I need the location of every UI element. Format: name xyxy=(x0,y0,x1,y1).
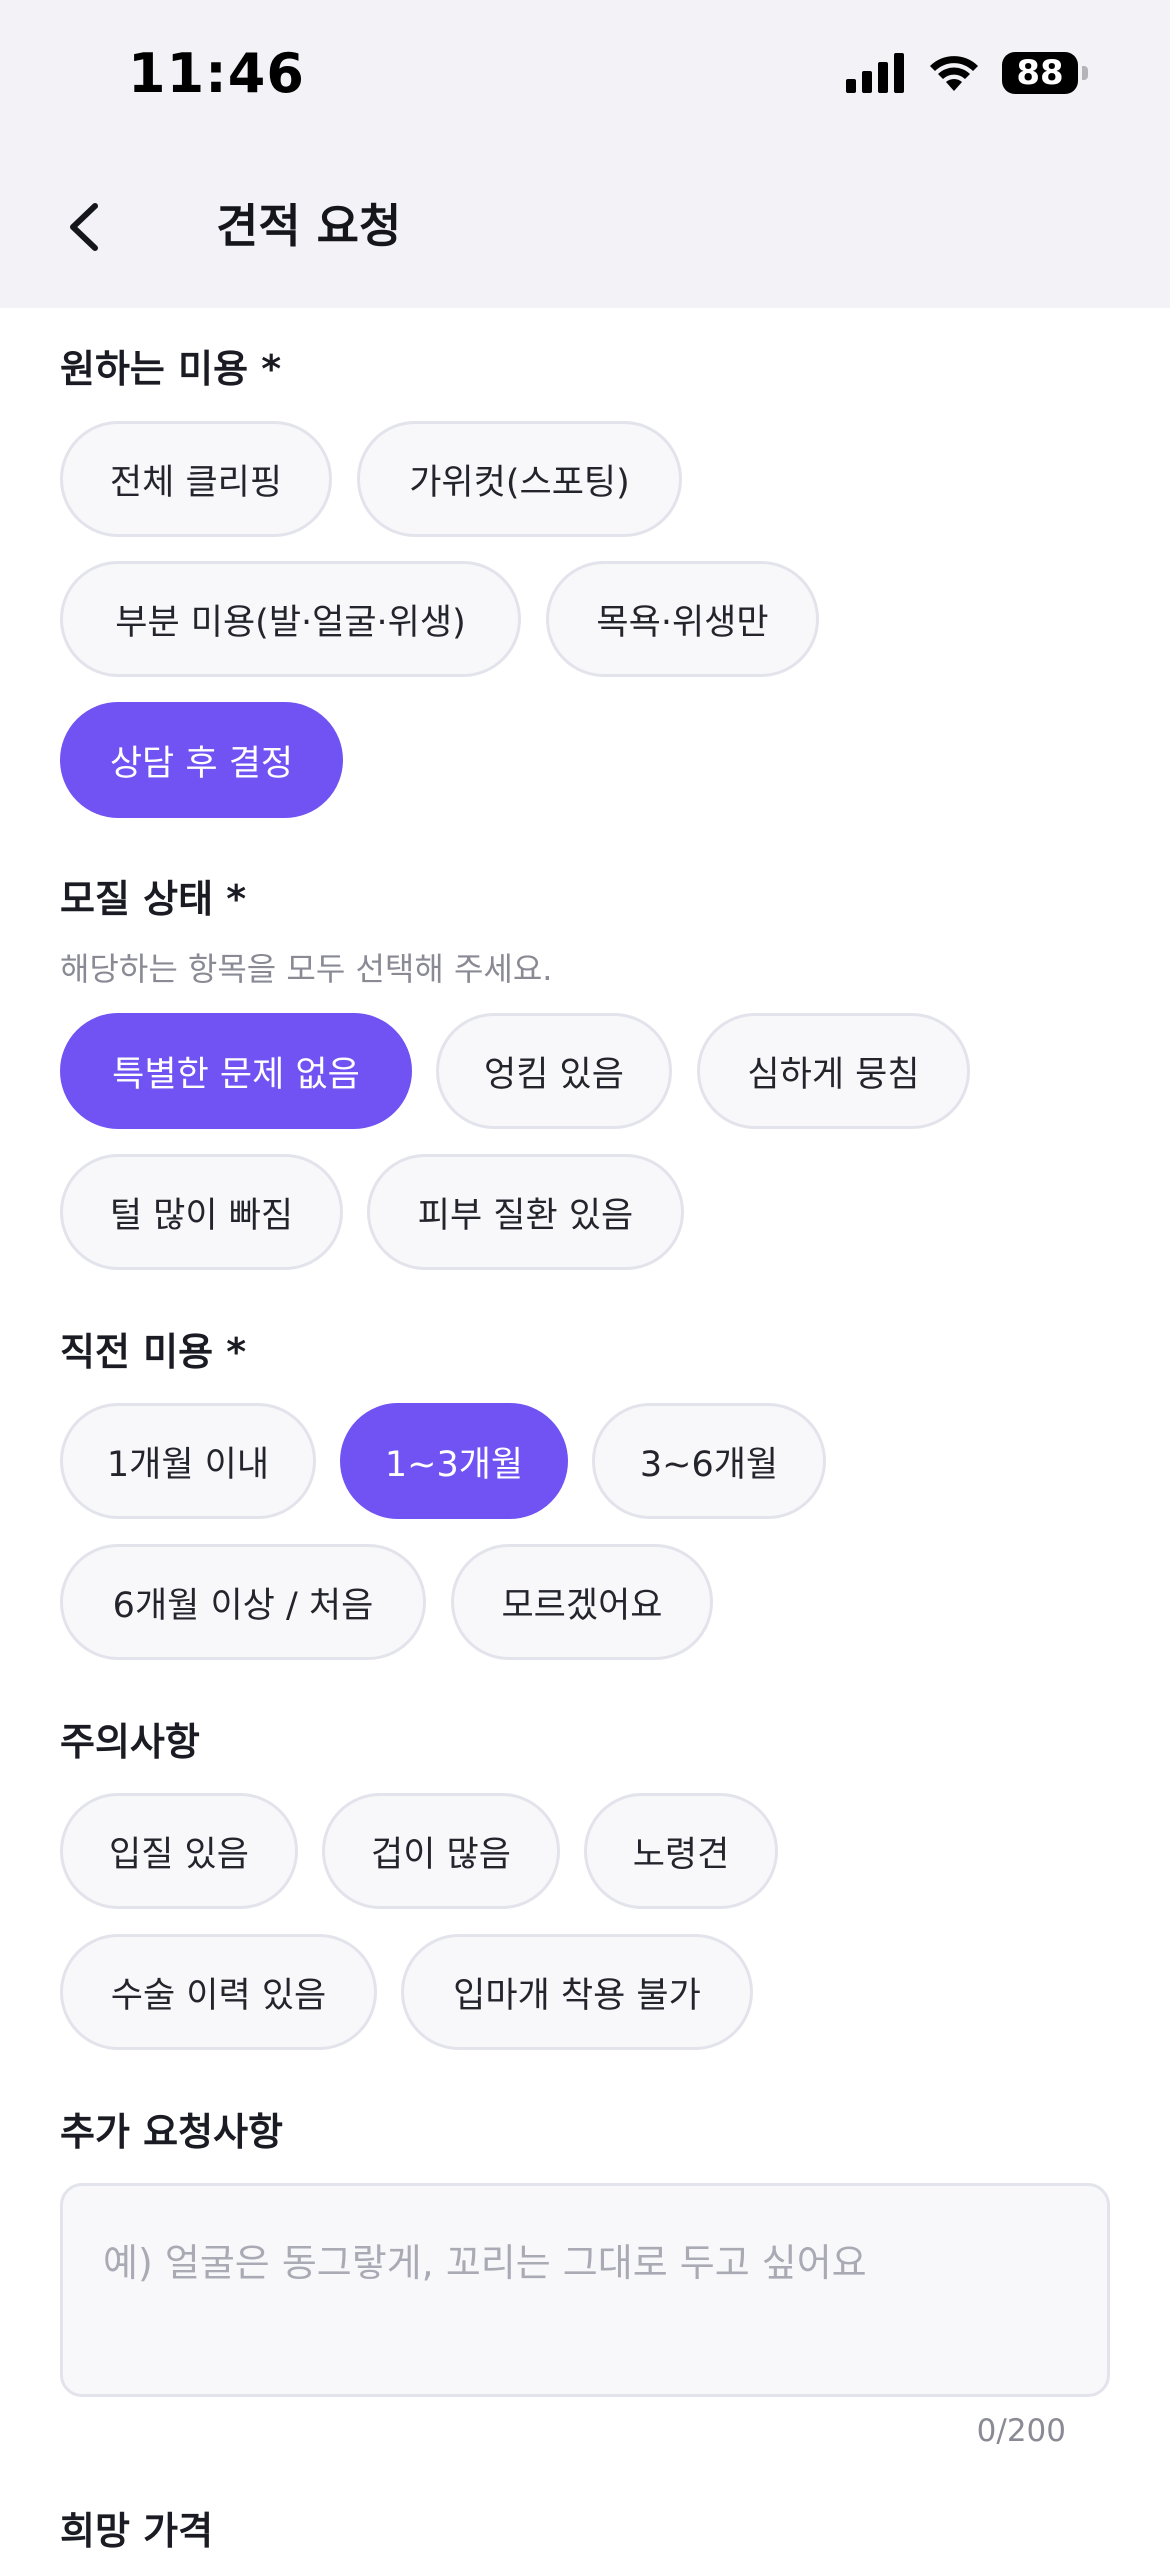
coat-chip[interactable]: 털 많이 빠짐 xyxy=(60,1154,343,1270)
service-chip[interactable]: 목욕·위생만 xyxy=(546,561,819,677)
battery-icon: 88 xyxy=(1002,52,1078,94)
service-chip-selected[interactable]: 상담 후 결정 xyxy=(60,702,343,818)
service-chip[interactable]: 가위컷(스포팅) xyxy=(357,421,682,537)
caution-chip[interactable]: 겁이 많음 xyxy=(322,1793,560,1909)
last-groom-chip[interactable]: 6개월 이상 / 처음 xyxy=(60,1544,426,1660)
caution-chip[interactable]: 수술 이력 있음 xyxy=(60,1934,377,2050)
caution-chip[interactable]: 입질 있음 xyxy=(60,1793,298,1909)
price-section-title: 희망 가격 xyxy=(60,2509,214,2553)
page-title: 견적 요청 xyxy=(216,199,402,253)
last-groom-chip-selected[interactable]: 1~3개월 xyxy=(340,1403,568,1519)
extra-section-title: 추가 요청사항 xyxy=(60,2110,283,2154)
cellular-signal-icon xyxy=(846,53,904,93)
coat-chip[interactable]: 심하게 뭉침 xyxy=(697,1013,970,1129)
battery-level: 88 xyxy=(1016,53,1064,93)
caution-chip[interactable]: 노령견 xyxy=(584,1793,778,1909)
nav-bar: 견적 요청 xyxy=(0,150,1170,308)
coat-chip[interactable]: 엉킴 있음 xyxy=(436,1013,672,1129)
extra-request-textarea[interactable]: 예) 얼굴은 동그랗게, 꼬리는 그대로 두고 싶어요 xyxy=(60,2183,1110,2397)
last-groom-chip[interactable]: 3~6개월 xyxy=(592,1403,826,1519)
last-groom-section-title: 직전 미용 * xyxy=(60,1330,247,1374)
char-counter: 0/200 xyxy=(976,2413,1066,2449)
status-icons: 88 xyxy=(846,52,1088,94)
chevron-left-icon xyxy=(70,203,98,251)
service-section-title: 원하는 미용 * xyxy=(60,347,282,391)
coat-chip-selected[interactable]: 특별한 문제 없음 xyxy=(60,1013,412,1129)
status-time: 11:46 xyxy=(128,42,305,105)
service-chip[interactable]: 전체 클리핑 xyxy=(60,421,332,537)
status-bar: 11:46 88 xyxy=(0,0,1170,150)
caution-chip[interactable]: 입마개 착용 불가 xyxy=(401,1934,753,2050)
last-groom-chip[interactable]: 모르겠어요 xyxy=(451,1544,713,1660)
back-button[interactable] xyxy=(50,192,120,262)
cautions-section-title: 주의사항 xyxy=(60,1720,200,1764)
coat-section-subtitle: 해당하는 항목을 모두 선택해 주세요. xyxy=(60,950,553,988)
wifi-icon xyxy=(930,56,978,91)
coat-section-title: 모질 상태 * xyxy=(60,877,247,921)
battery-tip xyxy=(1082,66,1088,80)
coat-chip[interactable]: 피부 질환 있음 xyxy=(367,1154,684,1270)
last-groom-chip[interactable]: 1개월 이내 xyxy=(60,1403,316,1519)
service-chip[interactable]: 부분 미용(발·얼굴·위생) xyxy=(60,561,521,677)
